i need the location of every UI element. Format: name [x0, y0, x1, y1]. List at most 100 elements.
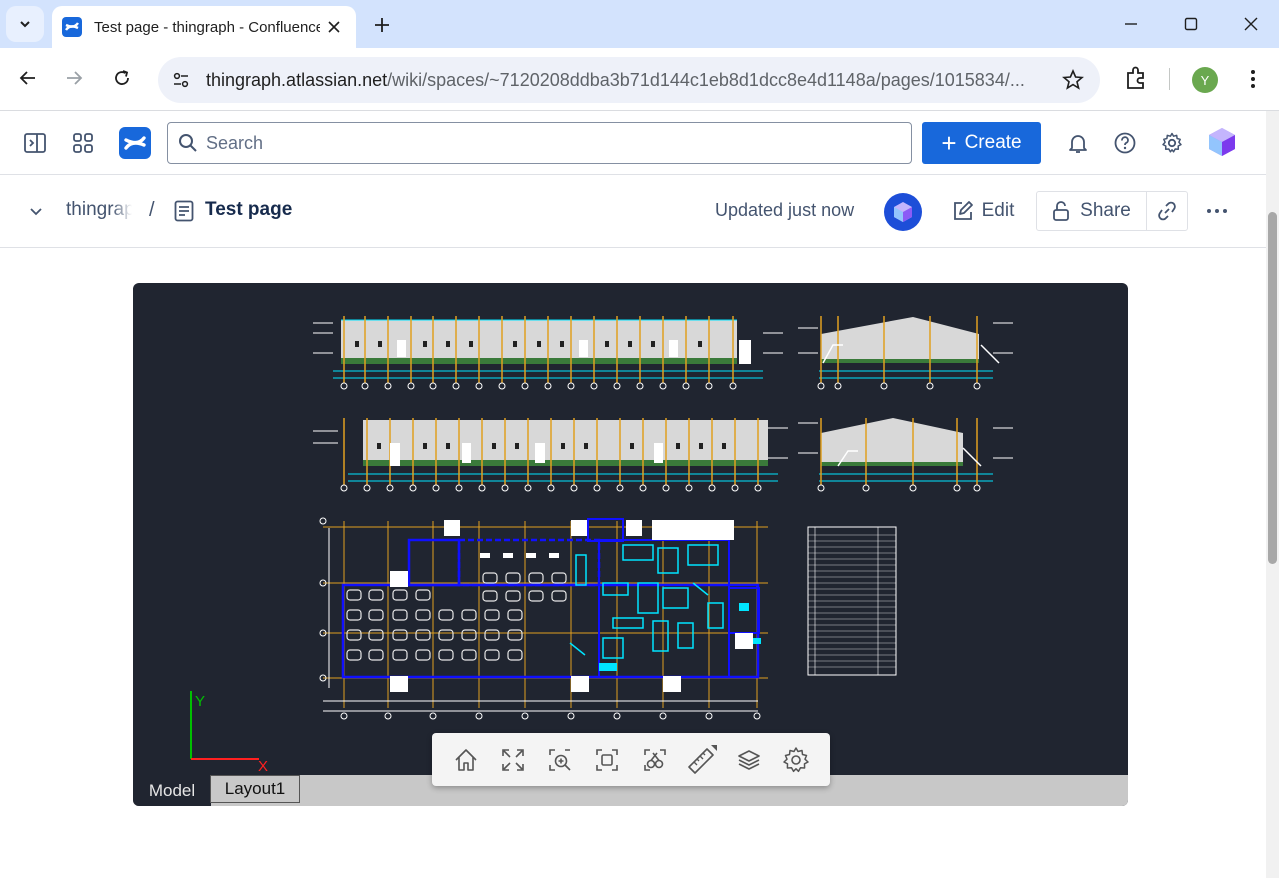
link-icon [1158, 201, 1176, 221]
confluence-top-navigation: Search + Create [0, 111, 1266, 175]
page-scrollbar-thumb[interactable] [1268, 212, 1277, 564]
search-placeholder: Search [206, 132, 264, 153]
minimize-button[interactable] [1111, 8, 1151, 40]
copy-link-button[interactable] [1146, 191, 1188, 231]
share-label: Share [1080, 200, 1131, 221]
lock-icon [1053, 201, 1070, 221]
axis-x-label: X [258, 758, 268, 775]
bookmark-star-icon[interactable] [1062, 69, 1084, 91]
elevation-front [313, 316, 783, 390]
arrow-left-icon [19, 71, 35, 85]
app-switcher-button[interactable] [67, 127, 99, 159]
close-icon [328, 21, 340, 33]
fit-extents-button[interactable] [496, 743, 530, 777]
app-grid-icon [73, 133, 93, 153]
page-icon [174, 200, 194, 222]
url-host: thingraph.atlassian.net [206, 69, 388, 90]
cad-drawing[interactable]: Y X [133, 283, 1128, 775]
profile-avatar[interactable]: Y [1192, 67, 1218, 93]
browser-toolbar: thingraph.atlassian.net/wiki/spaces/~712… [0, 48, 1279, 111]
confluence-logo[interactable] [119, 127, 151, 159]
help-icon [1114, 132, 1136, 154]
reload-icon [115, 70, 129, 85]
arrow-right-icon [67, 71, 83, 85]
help-button[interactable] [1109, 127, 1141, 159]
plus-icon: + [941, 128, 957, 158]
chevron-down-icon [30, 208, 42, 216]
tab-close-button[interactable] [324, 17, 344, 37]
url-text: thingraph.atlassian.net/wiki/spaces/~712… [206, 70, 1046, 91]
elevation-side-a [798, 316, 1013, 390]
more-vertical-icon [1251, 70, 1255, 88]
cad-viewer[interactable]: Y X Model Layout1 [133, 283, 1128, 806]
page-owner-avatar[interactable] [884, 193, 922, 231]
minimize-icon [1125, 23, 1137, 25]
elevation-side-b [798, 418, 1013, 492]
confluence-favicon-icon [62, 17, 82, 37]
cube-avatar-icon [894, 202, 912, 222]
share-button[interactable]: Share [1036, 191, 1147, 231]
extensions-puzzle-icon[interactable] [1122, 64, 1150, 92]
forward-button[interactable] [58, 62, 90, 94]
edit-button[interactable]: Edit [940, 191, 1026, 231]
viewer-settings-button[interactable] [779, 743, 813, 777]
chevron-down-icon [20, 21, 30, 28]
maximize-button[interactable] [1171, 8, 1211, 40]
breadcrumb-separator: / [149, 199, 155, 221]
reload-button[interactable] [106, 62, 138, 94]
measure-icon [688, 744, 717, 774]
compare-button[interactable] [638, 743, 672, 777]
fit-extents-icon [502, 748, 524, 771]
zoom-region-button[interactable] [590, 743, 624, 777]
settings-icon [783, 746, 810, 772]
back-button[interactable] [12, 62, 44, 94]
window-close-button[interactable] [1231, 8, 1271, 40]
axis-y-label: Y [195, 693, 205, 710]
zoom-window-icon [549, 748, 571, 771]
user-avatar[interactable] [1206, 126, 1238, 158]
toolbar-divider [1169, 68, 1170, 90]
site-info-button[interactable] [166, 65, 196, 95]
tune-icon [173, 72, 189, 88]
maximize-icon [1184, 17, 1198, 31]
layers-button[interactable] [732, 743, 766, 777]
browser-menu-button[interactable] [1240, 66, 1266, 92]
breadcrumb-space[interactable]: thingraph [66, 199, 132, 221]
tab-title: Test page - thingraph - Confluence [94, 18, 320, 36]
settings-button[interactable] [1156, 127, 1188, 159]
tab-model[interactable]: Model [133, 775, 211, 806]
notifications-button[interactable] [1062, 127, 1094, 159]
tab-search-button[interactable] [6, 6, 44, 42]
edit-label: Edit [981, 200, 1015, 221]
bell-icon [1069, 135, 1087, 153]
tab-layout1[interactable]: Layout1 [210, 775, 300, 803]
sidebar-toggle-button[interactable] [19, 127, 51, 159]
more-actions-button[interactable] [1202, 199, 1232, 223]
gear-icon [1162, 132, 1182, 153]
home-view-button[interactable] [449, 743, 483, 777]
page-title[interactable]: Test page [205, 199, 292, 221]
plus-icon [375, 18, 389, 32]
search-icon [179, 134, 197, 152]
url-path: /wiki/spaces/~7120208ddba3b71d144c1eb8d1… [387, 69, 1025, 90]
drawing-schedule-table [807, 526, 897, 676]
measure-button[interactable] [685, 743, 719, 777]
home-icon [455, 748, 477, 771]
floor-plan [319, 517, 768, 720]
browser-tab[interactable]: Test page - thingraph - Confluence [52, 6, 356, 48]
create-label: Create [964, 132, 1022, 153]
elevation-rear [313, 418, 788, 492]
search-input[interactable]: Search [167, 122, 912, 164]
zoom-window-button[interactable] [543, 743, 577, 777]
page-header: thingraph / Test page Updated just now E… [0, 175, 1266, 248]
address-bar[interactable]: thingraph.atlassian.net/wiki/spaces/~712… [158, 57, 1100, 103]
expand-space-button[interactable] [24, 199, 48, 223]
compare-icon [643, 748, 666, 771]
close-icon [1244, 17, 1258, 31]
sidebar-panel-icon [24, 133, 46, 153]
ucs-axis-icon: Y X [190, 691, 268, 775]
create-button[interactable]: + Create [922, 122, 1041, 164]
more-horizontal-icon [1207, 209, 1227, 213]
browser-tab-strip: Test page - thingraph - Confluence [0, 0, 1279, 48]
new-tab-button[interactable] [369, 12, 395, 38]
